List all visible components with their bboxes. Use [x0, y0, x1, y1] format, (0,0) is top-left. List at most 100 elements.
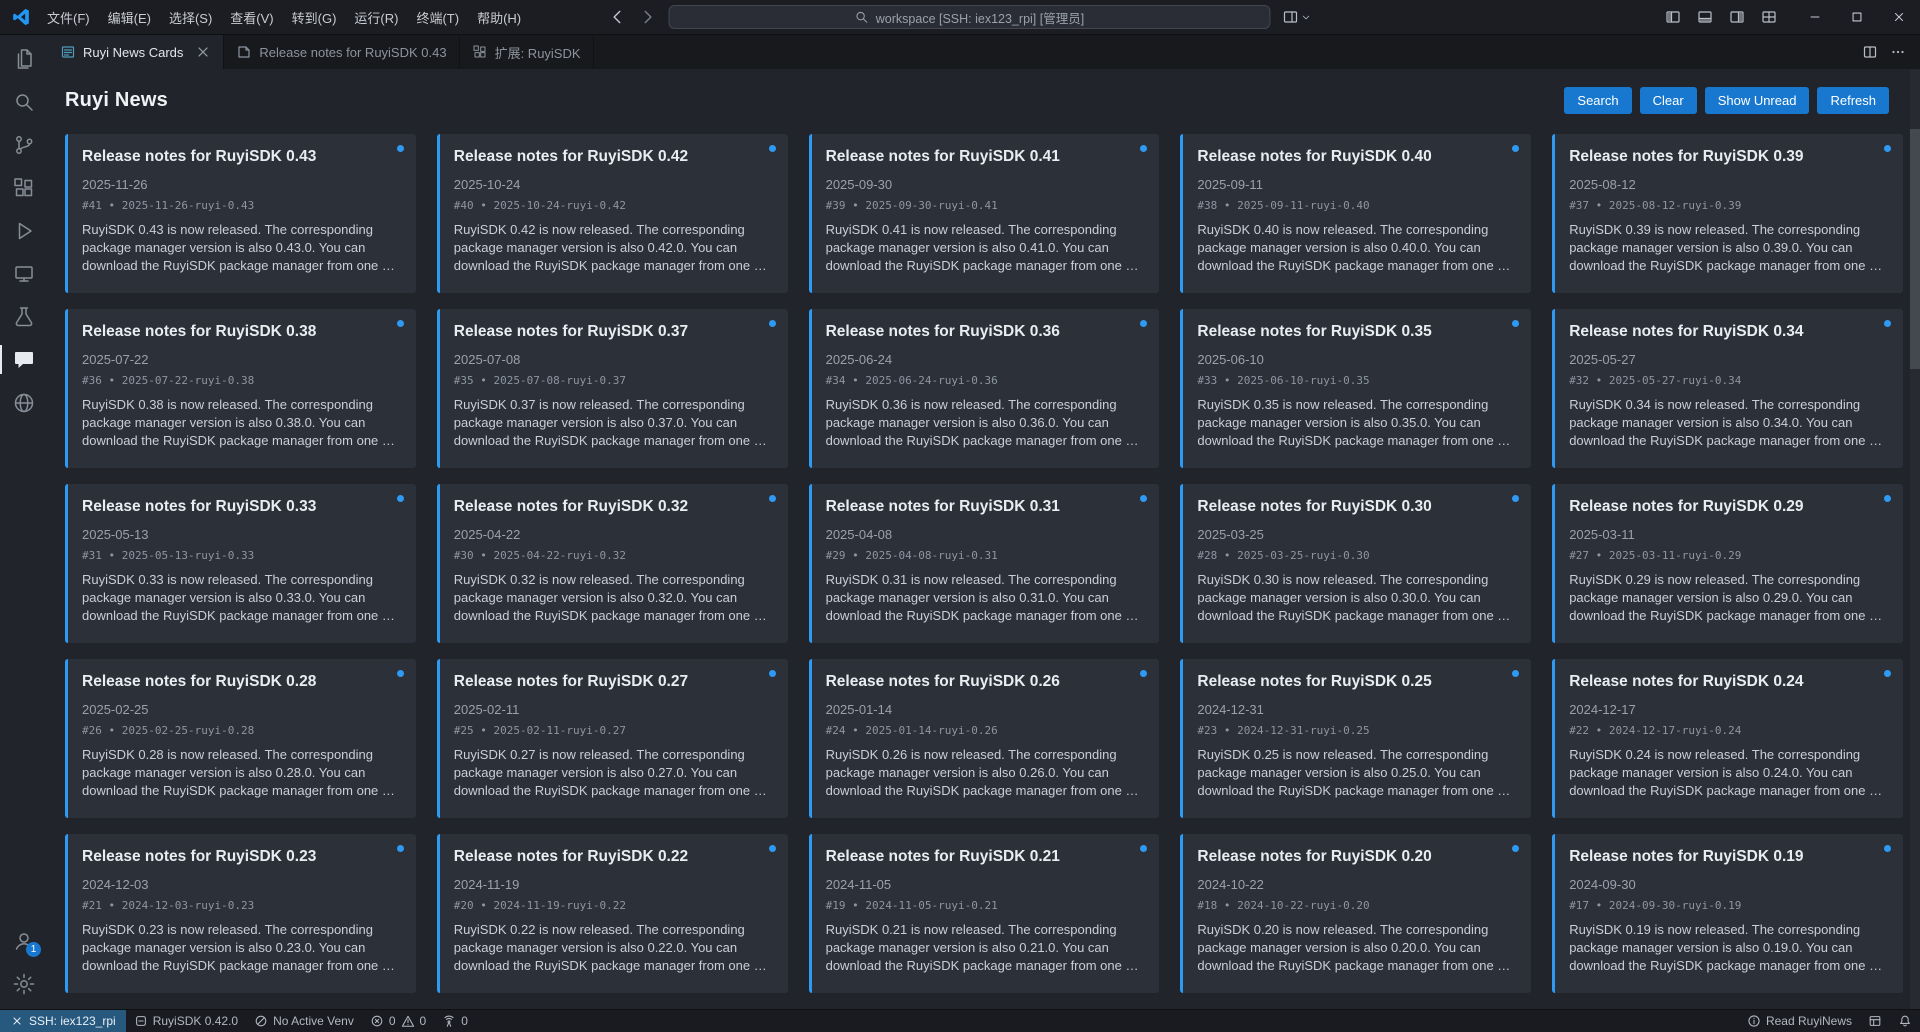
- extensions-icon: [472, 44, 488, 60]
- card-date: 2025-01-14: [826, 702, 1146, 717]
- activity-item-account[interactable]: 1: [0, 919, 48, 962]
- close-icon[interactable]: [195, 44, 211, 60]
- news-card[interactable]: Release notes for RuyiSDK 0.282025-02-25…: [65, 659, 416, 818]
- tab[interactable]: Ruyi News Cards: [48, 35, 224, 69]
- warning-icon: [401, 1014, 415, 1028]
- news-card[interactable]: Release notes for RuyiSDK 0.402025-09-11…: [1180, 134, 1531, 293]
- news-card[interactable]: Release notes for RuyiSDK 0.412025-09-30…: [809, 134, 1160, 293]
- news-card[interactable]: Release notes for RuyiSDK 0.202024-10-22…: [1180, 834, 1531, 993]
- activity-item-explorer[interactable]: [0, 37, 48, 80]
- content-scrollbar[interactable]: [1910, 69, 1920, 1009]
- tab[interactable]: 扩展: RuyiSDK: [460, 35, 594, 69]
- card-title: Release notes for RuyiSDK 0.39: [1569, 148, 1873, 166]
- scrollbar-thumb[interactable]: [1910, 129, 1920, 369]
- card-meta: #25 • 2025-02-11-ruyi-0.27: [454, 724, 774, 737]
- news-card[interactable]: Release notes for RuyiSDK 0.242024-12-17…: [1552, 659, 1903, 818]
- command-center-label: workspace [SSH: iex123_rpi] [管理员]: [876, 8, 1084, 27]
- menu-item[interactable]: 转到(G): [283, 0, 346, 34]
- toggle-secondary-sidebar-icon[interactable]: [1724, 4, 1750, 30]
- menu-item[interactable]: 帮助(H): [468, 0, 530, 34]
- news-card[interactable]: Release notes for RuyiSDK 0.292025-03-11…: [1552, 484, 1903, 643]
- activity-item-testing[interactable]: [0, 295, 48, 338]
- editor-layout-status[interactable]: [1860, 1010, 1890, 1032]
- news-card[interactable]: Release notes for RuyiSDK 0.302025-03-25…: [1180, 484, 1531, 643]
- news-card[interactable]: Release notes for RuyiSDK 0.362025-06-24…: [809, 309, 1160, 468]
- toggle-sidebar-icon[interactable]: [1660, 4, 1686, 30]
- news-card[interactable]: Release notes for RuyiSDK 0.352025-06-10…: [1180, 309, 1531, 468]
- card-date: 2025-04-22: [454, 527, 774, 542]
- read-ruyinews[interactable]: Read RuyiNews: [1739, 1010, 1860, 1032]
- news-card[interactable]: Release notes for RuyiSDK 0.422025-10-24…: [437, 134, 788, 293]
- menu-item[interactable]: 终端(T): [407, 0, 468, 34]
- news-card[interactable]: Release notes for RuyiSDK 0.432025-11-26…: [65, 134, 416, 293]
- remote-indicator[interactable]: SSH: iex123_rpi: [0, 1010, 126, 1032]
- card-meta: #37 • 2025-08-12-ruyi-0.39: [1569, 199, 1889, 212]
- news-card[interactable]: Release notes for RuyiSDK 0.252024-12-31…: [1180, 659, 1531, 818]
- activity-item-chat[interactable]: [0, 338, 48, 381]
- news-card[interactable]: Release notes for RuyiSDK 0.192024-09-30…: [1552, 834, 1903, 993]
- news-card[interactable]: Release notes for RuyiSDK 0.232024-12-03…: [65, 834, 416, 993]
- menu-item[interactable]: 选择(S): [160, 0, 221, 34]
- news-card[interactable]: Release notes for RuyiSDK 0.332025-05-13…: [65, 484, 416, 643]
- activity-item-extensions[interactable]: [0, 166, 48, 209]
- card-title: Release notes for RuyiSDK 0.32: [454, 498, 758, 516]
- search-button[interactable]: Search: [1564, 87, 1631, 114]
- refresh-button[interactable]: Refresh: [1817, 87, 1889, 114]
- webview-content: Ruyi News SearchClearShow UnreadRefresh …: [48, 69, 1920, 1009]
- customize-layout-icon[interactable]: [1756, 4, 1782, 30]
- news-card[interactable]: Release notes for RuyiSDK 0.212024-11-05…: [809, 834, 1160, 993]
- news-card[interactable]: Release notes for RuyiSDK 0.312025-04-08…: [809, 484, 1160, 643]
- activity-item-globe[interactable]: [0, 381, 48, 424]
- workbench: 1 Ruyi News Cards Release notes for RuyiS…: [0, 35, 1920, 1009]
- notifications[interactable]: [1890, 1010, 1920, 1032]
- toggle-panel-icon[interactable]: [1692, 4, 1718, 30]
- menu-item[interactable]: 运行(R): [345, 0, 407, 34]
- close-icon[interactable]: [1878, 0, 1920, 34]
- forward-icon[interactable]: [639, 8, 657, 26]
- news-card[interactable]: Release notes for RuyiSDK 0.222024-11-19…: [437, 834, 788, 993]
- news-card[interactable]: Release notes for RuyiSDK 0.342025-05-27…: [1552, 309, 1903, 468]
- activity-item-settings[interactable]: [0, 962, 48, 1005]
- split-editor-icon[interactable]: [1862, 44, 1878, 60]
- more-actions-icon[interactable]: [1890, 44, 1906, 60]
- news-card[interactable]: Release notes for RuyiSDK 0.372025-07-08…: [437, 309, 788, 468]
- remote-icon: [10, 1014, 24, 1028]
- card-date: 2025-11-26: [82, 177, 402, 192]
- show-unread-button[interactable]: Show Unread: [1705, 87, 1810, 114]
- card-date: 2025-02-11: [454, 702, 774, 717]
- activity-item-debug[interactable]: [0, 209, 48, 252]
- news-card[interactable]: Release notes for RuyiSDK 0.272025-02-11…: [437, 659, 788, 818]
- tab-label: Release notes for RuyiSDK 0.43: [259, 45, 446, 60]
- minimize-icon[interactable]: [1794, 0, 1836, 34]
- news-card[interactable]: Release notes for RuyiSDK 0.382025-07-22…: [65, 309, 416, 468]
- unread-dot: [1140, 845, 1147, 852]
- menu-item[interactable]: 编辑(E): [99, 0, 160, 34]
- activity-item-source-control[interactable]: [0, 123, 48, 166]
- unread-dot: [397, 320, 404, 327]
- card-date: 2025-09-30: [826, 177, 1146, 192]
- command-center[interactable]: workspace [SSH: iex123_rpi] [管理员]: [669, 5, 1271, 29]
- news-card[interactable]: Release notes for RuyiSDK 0.392025-08-12…: [1552, 134, 1903, 293]
- menu-item[interactable]: 文件(F): [38, 0, 99, 34]
- maximize-icon[interactable]: [1836, 0, 1878, 34]
- card-title: Release notes for RuyiSDK 0.40: [1197, 148, 1501, 166]
- card-body: RuyiSDK 0.27 is now released. The corres…: [454, 746, 774, 800]
- card-date: 2024-11-19: [454, 877, 774, 892]
- forwarded-ports[interactable]: 0: [434, 1010, 476, 1032]
- tab[interactable]: Release notes for RuyiSDK 0.43: [224, 35, 459, 69]
- ruyisdk-version[interactable]: RuyiSDK 0.42.0: [126, 1010, 246, 1032]
- chat-icon: [12, 348, 36, 372]
- status-label: 0: [461, 1014, 468, 1028]
- back-icon[interactable]: [609, 8, 627, 26]
- news-card[interactable]: Release notes for RuyiSDK 0.262025-01-14…: [809, 659, 1160, 818]
- status-label: SSH: iex123_rpi: [29, 1014, 116, 1028]
- activity-item-search[interactable]: [0, 80, 48, 123]
- menu-item[interactable]: 查看(V): [221, 0, 282, 34]
- problems[interactable]: 00: [362, 1010, 434, 1032]
- activity-item-remote-explorer[interactable]: [0, 252, 48, 295]
- editor-layout-dropdown[interactable]: [1283, 9, 1312, 25]
- news-card[interactable]: Release notes for RuyiSDK 0.32 2025-04-22…: [437, 484, 788, 643]
- clear-button[interactable]: Clear: [1640, 87, 1697, 114]
- tab-bar: Ruyi News Cards Release notes for RuyiSDK…: [48, 35, 1920, 69]
- venv-status[interactable]: No Active Venv: [246, 1010, 362, 1032]
